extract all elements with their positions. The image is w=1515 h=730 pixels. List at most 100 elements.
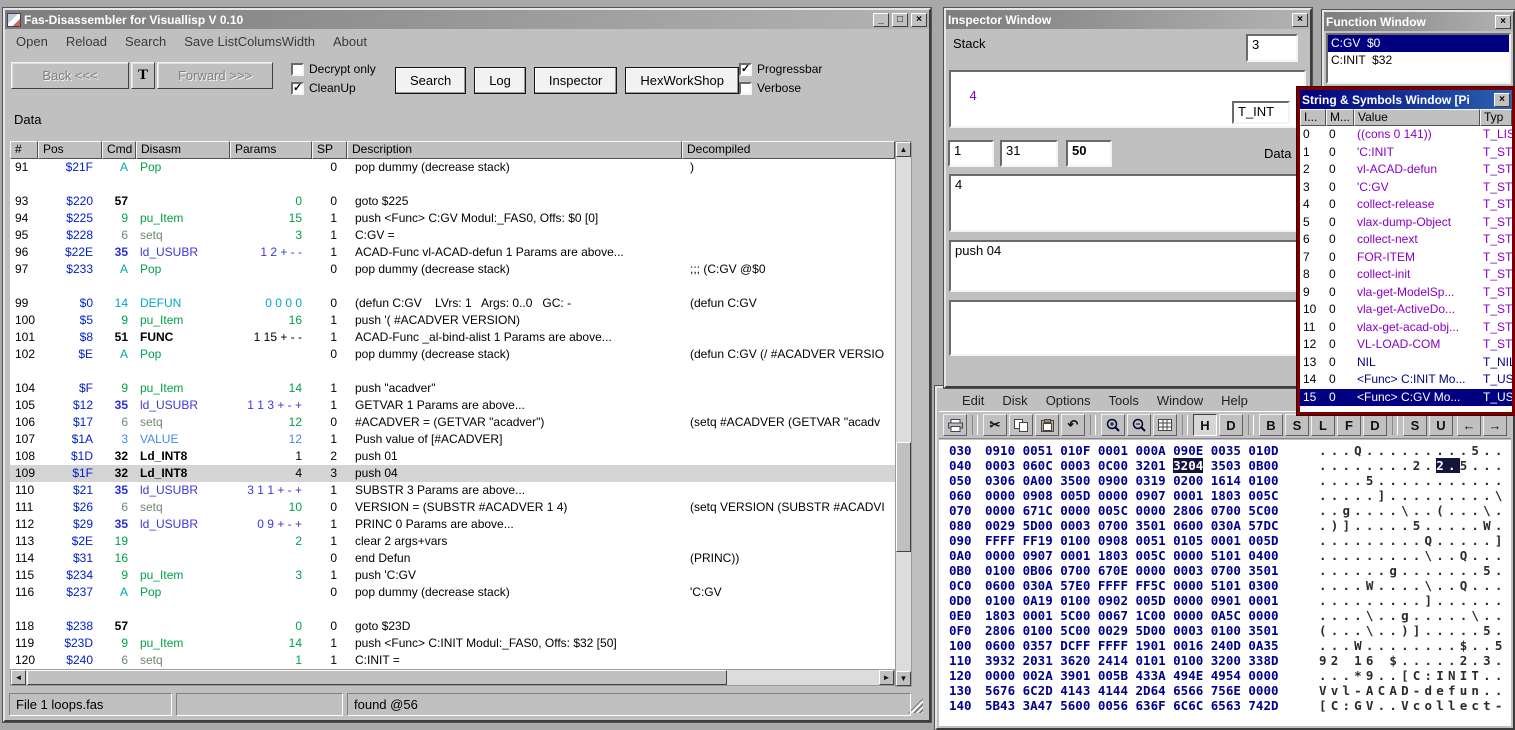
symbols-row[interactable]: 1 0 'C:INIT T_STR	[1300, 144, 1512, 162]
table-row[interactable]: 116 $237 A Pop 0 pop dummy (decrease stack) 'C…	[10, 584, 895, 601]
symbols-column-i[interactable]: I...	[1300, 109, 1326, 126]
hex-menu-disk[interactable]: Disk	[993, 391, 1036, 410]
close-button[interactable]: ×	[1494, 92, 1510, 107]
symbols-row[interactable]: 15 0 <Func> C:GV Mo... T_USU	[1300, 388, 1512, 406]
symbols-row[interactable]: 12 0 VL-LOAD-COM T_STR	[1300, 336, 1512, 354]
menu-reload[interactable]: Reload	[57, 32, 116, 51]
table-row[interactable]: 93 $220 57 0 0 goto $225	[10, 193, 895, 210]
inspector-titlebar[interactable]: Inspector Window ×	[946, 10, 1310, 29]
print-button[interactable]	[943, 414, 967, 436]
table-row[interactable]: 91 $21F A Pop 0 pop dummy (decrease stack))	[10, 159, 895, 176]
code-box[interactable]: push 04	[949, 240, 1306, 292]
symbols-row[interactable]: 4 0 collect-release T_STR	[1300, 196, 1512, 214]
maximize-button[interactable]: □	[892, 12, 908, 27]
scroll-up-button[interactable]: ▲	[896, 142, 911, 157]
symbols-titlebar[interactable]: String & Symbols Window [Pi ×	[1300, 90, 1512, 109]
inspector-field-0[interactable]: 1	[948, 140, 994, 167]
value-box-top[interactable]: 4 T_INT	[949, 70, 1306, 128]
menu-save-listcolumswidth[interactable]: Save ListColumsWidth	[175, 32, 324, 51]
hex-menu-help[interactable]: Help	[1212, 391, 1257, 410]
copy-button[interactable]	[1009, 414, 1033, 436]
checkbox-progressbar[interactable]: ✓ Progressbar	[739, 61, 822, 77]
empty-box[interactable]	[949, 300, 1306, 356]
checkbox-cleanup[interactable]: ✓ CleanUp	[291, 80, 376, 96]
table-row[interactable]: 119 $23D 9 pu_Item 14 1 push <Func> C:INIT Mod…	[10, 635, 895, 652]
table-row[interactable]: 113 $2E 19 2 1 clear 2 args+vars	[10, 533, 895, 550]
function-item[interactable]: C:INIT $32	[1328, 52, 1509, 69]
table-row[interactable]: 105 $12 35 ld_USUBR 1 1 3 + - + 1 GETVAR 1 Par…	[10, 397, 895, 414]
table-row[interactable]: 120 $240 6 setq 1 1 C:INIT =	[10, 652, 895, 669]
hex-menu-edit[interactable]: Edit	[953, 391, 993, 410]
close-button[interactable]: ×	[1495, 14, 1511, 29]
main-titlebar[interactable]: Fas-Disassembler for Visuallisp V 0.10 _…	[5, 10, 929, 29]
menu-search[interactable]: Search	[116, 32, 175, 51]
hex-menu-window[interactable]: Window	[1148, 391, 1212, 410]
mode-s-button[interactable]: S	[1403, 414, 1427, 436]
stack-count-field[interactable]: 3	[1246, 34, 1298, 62]
scroll-thumb[interactable]	[896, 442, 911, 552]
cut-button[interactable]: ✂	[983, 414, 1007, 436]
symbols-row[interactable]: 6 0 collect-next T_STR	[1300, 231, 1512, 249]
symbols-column-m[interactable]: M...	[1326, 109, 1354, 126]
column-header-disasm[interactable]: Disasm	[136, 141, 230, 159]
table-row[interactable]: 102 $E A Pop 0 pop dummy (decrease stack) (def…	[10, 346, 895, 363]
table-row[interactable]	[10, 363, 895, 380]
value-box-mid[interactable]: 4	[949, 174, 1306, 232]
table-row[interactable]: 94 $225 9 pu_Item 15 1 push <Func> C:GV Modul:…	[10, 210, 895, 227]
font-button[interactable]: T	[131, 62, 155, 89]
function-titlebar[interactable]: Function Window ×	[1324, 12, 1513, 31]
symbols-row[interactable]: 13 0 NIL T_NIL	[1300, 354, 1512, 372]
scroll-right-button[interactable]: ►	[879, 670, 894, 685]
table-row[interactable]: 109 $1F 32 Ld_INT8 4 3 push 04	[10, 465, 895, 482]
table-row[interactable]: 106 $17 6 setq 12 0 #ACADVER = (GETVAR "acadve…	[10, 414, 895, 431]
function-item[interactable]: C:GV $0	[1328, 35, 1509, 52]
table-row[interactable]: 101 $8 51 FUNC 1 15 + - - 1 ACAD-Func _al-bind…	[10, 329, 895, 346]
table-row[interactable]: 110 $21 35 ld_USUBR 3 1 1 + - + 1 SUBSTR 3 Par…	[10, 482, 895, 499]
mode-s-button[interactable]: S	[1285, 414, 1309, 436]
table-row[interactable]	[10, 278, 895, 295]
hex-menu-options[interactable]: Options	[1037, 391, 1100, 410]
column-header-pos[interactable]: Pos	[38, 141, 102, 159]
symbols-row[interactable]: 5 0 vlax-dump-Object T_STR	[1300, 214, 1512, 232]
inspector-field-1[interactable]: 31	[1000, 140, 1058, 167]
hex-menu-tools[interactable]: Tools	[1100, 391, 1148, 410]
mode-u-button[interactable]: U	[1429, 414, 1453, 436]
mode-b-button[interactable]: B	[1259, 414, 1283, 436]
mode-h-button[interactable]: H	[1193, 414, 1217, 436]
scroll-down-button[interactable]: ▼	[896, 671, 911, 686]
back-button[interactable]: Back <<<	[11, 62, 129, 89]
symbols-row[interactable]: 10 0 vla-get-ActiveDo... T_STR	[1300, 301, 1512, 319]
table-row[interactable]: 112 $29 35 ld_USUBR 0 9 + - + 1 PRINC 0 Params…	[10, 516, 895, 533]
mode-d-button[interactable]: D	[1219, 414, 1243, 436]
symbols-row[interactable]: 9 0 vla-get-ModelSp... T_STR	[1300, 284, 1512, 302]
mode-d-button[interactable]: D	[1363, 414, 1387, 436]
table-row[interactable]: 104 $F 9 pu_Item 14 1 push "acadver"	[10, 380, 895, 397]
symbols-row[interactable]: 3 0 'C:GV T_STR	[1300, 179, 1512, 197]
symbols-row[interactable]: 7 0 FOR-ITEM T_STR	[1300, 249, 1512, 267]
mode-f-button[interactable]: F	[1337, 414, 1361, 436]
table-row[interactable]: 95 $228 6 setq 3 1 C:GV =	[10, 227, 895, 244]
hex-dump[interactable]: 030 0910 0051 010F 0001 000A 090E 0035 01…	[939, 440, 1511, 726]
undo-button[interactable]: ↶	[1061, 414, 1085, 436]
table-row[interactable]: 108 $1D 32 Ld_INT8 1 2 push 01	[10, 448, 895, 465]
symbols-column-value[interactable]: Value	[1354, 109, 1480, 126]
table-row[interactable]: 99 $0 14 DEFUN 0 0 0 0 0 (defun C:GV LVrs: 1 A…	[10, 295, 895, 312]
symbols-row[interactable]: 14 0 <Func> C:INIT Mo... T_USU	[1300, 371, 1512, 389]
table-row[interactable]: 115 $234 9 pu_Item 3 1 push 'C:GV	[10, 567, 895, 584]
symbols-row[interactable]: 11 0 vlax-get-acad-obj... T_STR	[1300, 319, 1512, 337]
inspector-button[interactable]: Inspector	[533, 67, 618, 94]
menu-about[interactable]: About	[324, 32, 376, 51]
column-header-decompiled[interactable]: Decompiled	[682, 141, 895, 159]
column-header-cmd[interactable]: Cmd	[102, 141, 136, 159]
symbols-row[interactable]: 0 0 ((cons 0 141)) T_LIST	[1300, 126, 1512, 144]
table-row[interactable]: 96 $22E 35 ld_USUBR 1 2 + - - 1 ACAD-Func vl-A…	[10, 244, 895, 261]
nav-back-button[interactable]: ←	[1457, 414, 1481, 436]
column-header-description[interactable]: Description	[347, 141, 682, 159]
column-header-params[interactable]: Params	[230, 141, 312, 159]
table-row[interactable]: 118 $238 57 0 0 goto $23D	[10, 618, 895, 635]
close-button[interactable]: ×	[911, 12, 927, 27]
table-row[interactable]: 111 $26 6 setq 10 0 VERSION = (SUBSTR #ACADVER…	[10, 499, 895, 516]
close-button[interactable]: ×	[1292, 12, 1308, 27]
column-header-sp[interactable]: SP	[312, 141, 347, 159]
symbols-row[interactable]: 8 0 collect-init T_STR	[1300, 266, 1512, 284]
